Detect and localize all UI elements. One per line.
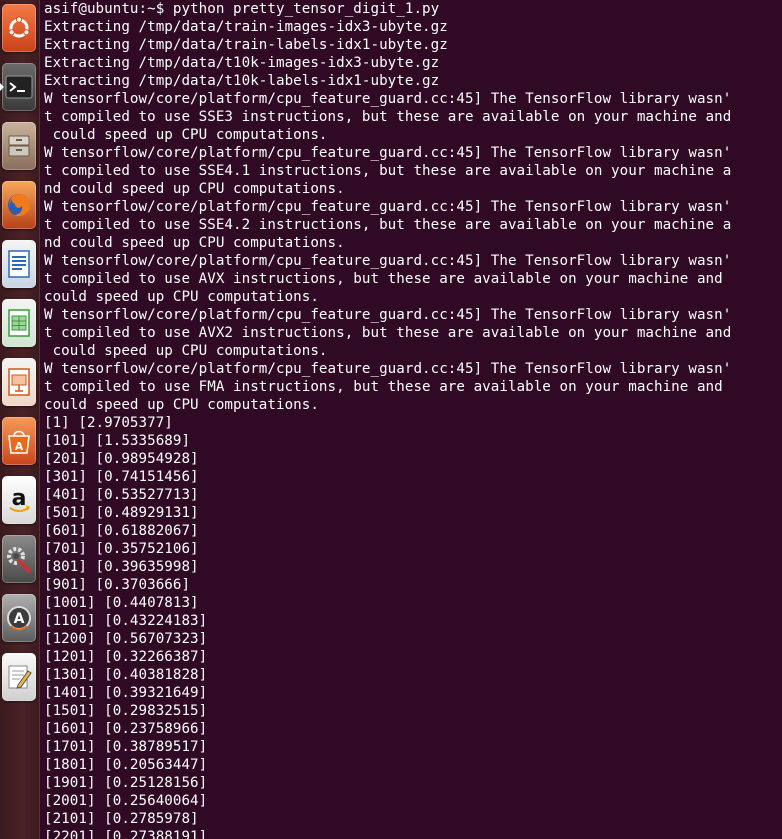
terminal-line: [2101] [0.2785978] xyxy=(44,811,199,827)
terminal-line: [1801] [0.20563447] xyxy=(44,757,208,773)
terminal-output[interactable]: asif@ubuntu:~$ python pretty_tensor_digi… xyxy=(44,0,782,839)
terminal-line: W tensorflow/core/platform/cpu_feature_g… xyxy=(44,199,732,215)
launcher-item-dash[interactable] xyxy=(0,2,38,54)
system-settings-icon xyxy=(2,535,36,583)
terminal-line: nd could speed up CPU computations. xyxy=(44,235,345,251)
terminal-line: W tensorflow/core/platform/cpu_feature_g… xyxy=(44,307,732,323)
text-editor-icon xyxy=(2,653,36,701)
terminal-line: [1901] [0.25128156] xyxy=(44,775,208,791)
terminal-line: could speed up CPU computations. xyxy=(44,127,328,143)
terminal-line: [301] [0.74151456] xyxy=(44,469,199,485)
terminal-line: W tensorflow/core/platform/cpu_feature_g… xyxy=(44,91,732,107)
amazon-icon: a xyxy=(2,476,36,524)
launcher-item-software-center[interactable]: A xyxy=(0,415,38,467)
software-center-icon: A xyxy=(2,417,36,465)
launcher-item-writer[interactable] xyxy=(0,238,38,290)
launcher-item-files[interactable] xyxy=(0,120,38,172)
terminal-line: [1601] [0.23758966] xyxy=(44,721,208,737)
terminal-line: could speed up CPU computations. xyxy=(44,397,319,413)
terminal-line: [2201] [0.27388191] xyxy=(44,829,208,839)
files-icon xyxy=(2,122,36,170)
terminal-line: [1401] [0.39321649] xyxy=(44,685,208,701)
launcher-item-calc[interactable] xyxy=(0,297,38,349)
terminal-line: [1201] [0.32266387] xyxy=(44,649,208,665)
svg-text:A: A xyxy=(14,611,25,627)
terminal-line: Extracting /tmp/data/t10k-labels-idx1-ub… xyxy=(44,73,440,89)
terminal-line: [901] [0.3703666] xyxy=(44,577,191,593)
terminal-line: could speed up CPU computations. xyxy=(44,289,319,305)
terminal-line: [1001] [0.4407813] xyxy=(44,595,199,611)
libreoffice-calc-icon xyxy=(2,299,36,347)
terminal-line: W tensorflow/core/platform/cpu_feature_g… xyxy=(44,145,732,161)
terminal-line: t compiled to use SSE4.1 instructions, b… xyxy=(44,163,732,179)
libreoffice-writer-icon xyxy=(2,240,36,288)
libreoffice-impress-icon xyxy=(2,358,36,406)
svg-text:a: a xyxy=(12,486,27,511)
terminal-line: Extracting /tmp/data/train-labels-idx1-u… xyxy=(44,37,448,53)
terminal-line: [1501] [0.29832515] xyxy=(44,703,208,719)
terminal-line: Extracting /tmp/data/t10k-images-idx3-ub… xyxy=(44,55,440,71)
terminal-line: t compiled to use SSE3 instructions, but… xyxy=(44,109,732,125)
terminal-line: [2001] [0.25640064] xyxy=(44,793,208,809)
terminal-line: t compiled to use SSE4.2 instructions, b… xyxy=(44,217,732,233)
launcher-item-impress[interactable] xyxy=(0,356,38,408)
terminal-line: could speed up CPU computations. xyxy=(44,343,328,359)
terminal-line: [1] [2.9705377] xyxy=(44,415,173,431)
terminal-line: W tensorflow/core/platform/cpu_feature_g… xyxy=(44,253,732,269)
terminal-line: [101] [1.5335689] xyxy=(44,433,191,449)
launcher-item-firefox[interactable] xyxy=(0,179,38,231)
terminal-prompt-line: asif@ubuntu:~$ python pretty_tensor_digi… xyxy=(44,1,440,17)
terminal-line: [501] [0.48929131] xyxy=(44,505,199,521)
terminal-line: [1200] [0.56707323] xyxy=(44,631,208,647)
terminal-line: nd could speed up CPU computations. xyxy=(44,181,345,197)
desktop: A a A asif@ubuntu:~$ python pretty_tenso… xyxy=(0,0,782,839)
terminal-icon xyxy=(2,63,36,111)
launcher-item-text-editor[interactable] xyxy=(0,651,38,703)
active-indicator xyxy=(0,83,4,91)
terminal-line: [701] [0.35752106] xyxy=(44,541,199,557)
terminal-line: W tensorflow/core/platform/cpu_feature_g… xyxy=(44,361,732,377)
terminal-line: [1701] [0.38789517] xyxy=(44,739,208,755)
terminal-line: [201] [0.98954928] xyxy=(44,451,199,467)
terminal-line: [601] [0.61882067] xyxy=(44,523,199,539)
terminal-line: [1101] [0.43224183] xyxy=(44,613,208,629)
launcher-item-software-updater[interactable]: A xyxy=(0,592,38,644)
terminal-line: [401] [0.53527713] xyxy=(44,487,199,503)
ubuntu-dash-icon xyxy=(2,4,36,52)
firefox-icon xyxy=(2,181,36,229)
launcher-item-terminal[interactable] xyxy=(0,61,38,113)
launcher-item-system-settings[interactable] xyxy=(0,533,38,585)
svg-text:A: A xyxy=(15,440,24,453)
terminal-line: t compiled to use AVX2 instructions, but… xyxy=(44,325,732,341)
terminal-line: Extracting /tmp/data/train-images-idx3-u… xyxy=(44,19,448,35)
terminal-line: t compiled to use AVX instructions, but … xyxy=(44,271,723,287)
terminal-line: [1301] [0.40381828] xyxy=(44,667,208,683)
software-updater-icon: A xyxy=(2,594,36,642)
launcher-item-amazon[interactable]: a xyxy=(0,474,38,526)
unity-launcher: A a A xyxy=(0,0,40,839)
terminal-line: t compiled to use FMA instructions, but … xyxy=(44,379,723,395)
terminal-line: [801] [0.39635998] xyxy=(44,559,199,575)
